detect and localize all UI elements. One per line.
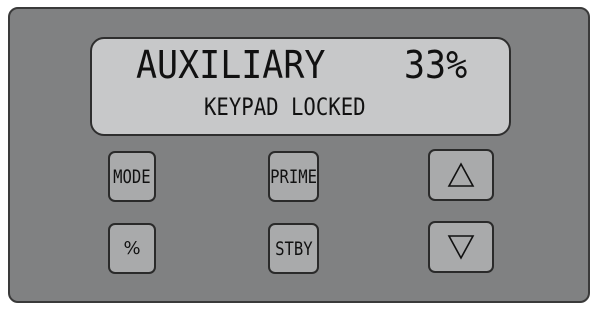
triangle-down-icon	[447, 234, 475, 260]
standby-button-label: STBY	[274, 237, 313, 260]
lcd-percent-text: 33%	[404, 43, 468, 87]
prime-button[interactable]: PRIME	[268, 151, 319, 202]
down-button[interactable]	[428, 221, 494, 273]
mode-button-label: MODE	[113, 165, 151, 188]
lcd-mode-text: AUXILIARY	[136, 43, 326, 87]
prime-button-label: PRIME	[270, 165, 317, 188]
percent-button-label: %	[123, 238, 141, 259]
triangle-up-icon	[447, 162, 475, 188]
up-button[interactable]	[428, 149, 494, 201]
lcd-status-text: KEYPAD LOCKED	[204, 93, 366, 121]
standby-button[interactable]: STBY	[268, 223, 319, 274]
lcd-display: AUXILIARY 33% KEYPAD LOCKED	[90, 37, 511, 136]
mode-button[interactable]: MODE	[108, 151, 156, 202]
percent-button[interactable]: %	[108, 223, 156, 274]
